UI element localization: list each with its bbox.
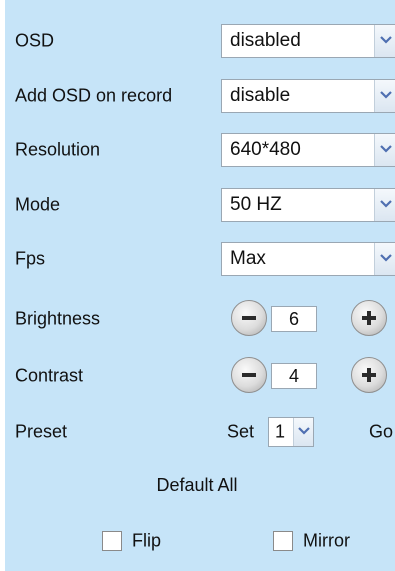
add-osd-on-record-select[interactable]: disable <box>221 79 395 113</box>
chevron-down-icon <box>298 427 310 435</box>
chevron-down-icon <box>380 36 392 44</box>
preset-number-value: 1 <box>275 421 286 442</box>
mode-row: Mode 50 HZ <box>5 182 395 228</box>
mode-select[interactable]: 50 HZ <box>221 188 395 222</box>
brightness-value[interactable]: 6 <box>271 306 317 332</box>
osd-dropdown-button[interactable] <box>374 25 395 57</box>
brightness-increase-button[interactable] <box>351 300 387 336</box>
chevron-down-icon <box>380 200 392 208</box>
preset-number-select[interactable]: 1 <box>268 417 314 447</box>
preset-dropdown-button[interactable] <box>293 418 313 446</box>
resolution-select[interactable]: 640*480 <box>221 133 395 167</box>
flip-mirror-row: Flip Mirror <box>5 526 395 556</box>
camera-settings-panel: OSD disabled Add OSD on record disable R… <box>5 0 395 571</box>
brightness-row: Brightness 6 <box>5 296 395 342</box>
contrast-value[interactable]: 4 <box>271 363 317 389</box>
default-all-button[interactable]: Default All <box>2 475 392 496</box>
contrast-decrease-button[interactable] <box>231 357 267 393</box>
add-osd-on-record-value: disable <box>230 85 291 106</box>
preset-row: Preset Set 1 Go <box>5 409 395 455</box>
osd-select[interactable]: disabled <box>221 24 395 58</box>
fps-value: Max <box>230 248 266 269</box>
mirror-label: Mirror <box>303 530 350 551</box>
flip-checkbox[interactable] <box>102 531 122 551</box>
chevron-down-icon <box>380 254 392 262</box>
fps-label: Fps <box>15 248 46 269</box>
osd-value: disabled <box>230 30 301 51</box>
fps-row: Fps Max <box>5 236 395 282</box>
mode-value: 50 HZ <box>230 194 282 215</box>
mode-label: Mode <box>15 194 61 215</box>
resolution-dropdown-button[interactable] <box>374 134 395 166</box>
mode-dropdown-button[interactable] <box>374 189 395 221</box>
fps-select[interactable]: Max <box>221 242 395 276</box>
contrast-label: Contrast <box>15 365 84 386</box>
chevron-down-icon <box>380 145 392 153</box>
resolution-row: Resolution 640*480 <box>5 127 395 173</box>
preset-label: Preset <box>15 421 68 442</box>
minus-icon <box>242 316 256 320</box>
preset-go-button[interactable]: Go <box>369 422 393 443</box>
chevron-down-icon <box>380 91 392 99</box>
add-osd-on-record-dropdown-button[interactable] <box>374 80 395 112</box>
osd-row: OSD disabled <box>5 18 395 64</box>
brightness-decrease-button[interactable] <box>231 300 267 336</box>
contrast-row: Contrast 4 <box>5 353 395 399</box>
brightness-label: Brightness <box>15 308 101 329</box>
plus-icon <box>362 368 376 382</box>
add-osd-on-record-row: Add OSD on record disable <box>5 73 395 119</box>
fps-dropdown-button[interactable] <box>374 243 395 275</box>
mirror-checkbox[interactable] <box>273 531 293 551</box>
osd-label: OSD <box>15 30 55 51</box>
resolution-value: 640*480 <box>230 139 301 160</box>
add-osd-on-record-label: Add OSD on record <box>15 85 173 106</box>
resolution-label: Resolution <box>15 139 101 160</box>
minus-icon <box>242 373 256 377</box>
contrast-increase-button[interactable] <box>351 357 387 393</box>
flip-label: Flip <box>132 530 162 551</box>
preset-set-button[interactable]: Set <box>227 422 254 443</box>
plus-icon <box>362 311 376 325</box>
